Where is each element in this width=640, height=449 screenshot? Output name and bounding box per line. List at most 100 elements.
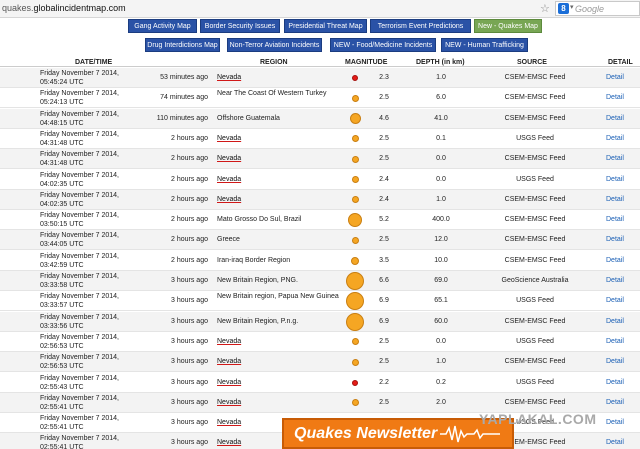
detail-link[interactable]: Detail	[606, 276, 640, 285]
row-time-ago: 3 hours ago	[171, 439, 208, 447]
row-time-ago: 2 hours ago	[171, 216, 208, 224]
row-depth: 1.0	[436, 195, 446, 203]
row-time-ago: 2 hours ago	[171, 195, 208, 203]
row-region[interactable]: Nevada	[217, 73, 342, 82]
address-bar[interactable]: quakes.globalincidentmap.com	[2, 3, 126, 13]
detail-link[interactable]: Detail	[606, 73, 640, 82]
nav-button-non-terror-aviation-incidents[interactable]: Non-Terror Aviation Incidents	[227, 38, 322, 52]
row-time-ago: 110 minutes ago	[156, 114, 208, 122]
bookmark-star-icon[interactable]: ☆	[540, 2, 550, 15]
detail-link[interactable]: Detail	[606, 256, 640, 265]
row-source: USGS Feed	[516, 175, 554, 183]
detail-link[interactable]: Detail	[606, 114, 640, 123]
row-magnitude: 6.9	[379, 317, 389, 325]
detail-link[interactable]: Detail	[606, 235, 640, 244]
row-datetime: Friday November 7 2014, 04:48:15 UTC	[40, 110, 119, 127]
nav-button-new-food-medicine-incidents[interactable]: NEW - Food/Medicine Incidents	[330, 38, 436, 52]
row-datetime: Friday November 7 2014, 02:56:53 UTC	[40, 333, 119, 350]
detail-link[interactable]: Detail	[606, 418, 640, 427]
row-time-ago: 3 hours ago	[171, 317, 208, 325]
row-time-ago: 2 hours ago	[171, 236, 208, 244]
detail-link[interactable]: Detail	[606, 337, 640, 346]
url-prefix: quakes.	[2, 3, 34, 13]
row-region[interactable]: Nevada	[217, 337, 342, 346]
row-datetime: Friday November 7 2014, 03:33:58 UTC	[40, 273, 119, 289]
browser-toolbar: quakes.globalincidentmap.com ☆ 8 ▾ Googl…	[0, 0, 640, 18]
row-source: CSEM-EMSC Feed	[504, 358, 566, 366]
row-datetime: Friday November 7 2014, 05:24:13 UTC	[40, 90, 119, 107]
search-placeholder: Google	[575, 4, 605, 14]
row-region[interactable]: Nevada	[217, 175, 342, 184]
detail-link[interactable]: Detail	[606, 215, 640, 224]
search-engine-icon[interactable]: 8	[558, 3, 569, 14]
row-region: New Britain region, Papua New Guinea	[217, 293, 339, 301]
table-row: Friday November 7 2014, 03:33:58 UTC 3 ho…	[0, 271, 640, 291]
table-row: Friday November 7 2014, 02:56:53 UTC 3 ho…	[0, 332, 640, 352]
nav-button-new-human-trafficking[interactable]: NEW - Human Trafficking	[441, 38, 528, 52]
row-source: CSEM-EMSC Feed	[504, 236, 566, 244]
detail-link[interactable]: Detail	[606, 398, 640, 407]
row-source: CSEM-EMSC Feed	[504, 74, 566, 81]
magnitude-circle-icon	[351, 135, 359, 143]
row-time-ago: 3 hours ago	[171, 358, 208, 366]
magnitude-circle-icon	[351, 236, 359, 244]
magnitude-circle-icon	[351, 196, 359, 204]
detail-link[interactable]: Detail	[606, 317, 640, 326]
row-magnitude: 2.4	[379, 195, 389, 203]
row-region[interactable]: Nevada	[217, 378, 342, 387]
row-magnitude: 5.2	[379, 216, 389, 224]
table-row: Friday November 7 2014, 04:02:35 UTC 2 ho…	[0, 189, 640, 210]
row-datetime: Friday November 7 2014, 03:50:15 UTC	[40, 212, 119, 229]
url-domain: globalincidentmap.com	[33, 3, 126, 13]
detail-link[interactable]: Detail	[606, 438, 640, 447]
row-region[interactable]: Nevada	[217, 134, 342, 143]
row-region: Near The Coast Of Western Turkey	[217, 90, 327, 98]
row-time-ago: 3 hours ago	[171, 337, 208, 345]
header-region: REGION	[260, 59, 288, 66]
header-source: SOURCE	[517, 59, 547, 66]
row-datetime: Friday November 7 2014, 03:42:59 UTC	[40, 252, 119, 269]
row-magnitude: 2.5	[379, 337, 389, 345]
nav-button-presidential-threat-map[interactable]: Presidential Threat Map	[284, 19, 367, 33]
row-datetime: Friday November 7 2014, 04:31:48 UTC	[40, 151, 119, 168]
table-row: Friday November 7 2014, 02:56:53 UTC 3 ho…	[0, 352, 640, 373]
nav-button-drug-interdictions-map[interactable]: Drug Interdictions Map	[145, 38, 220, 52]
nav-button-new-quakes-map[interactable]: New - Quakes Map	[474, 19, 542, 33]
detail-link[interactable]: Detail	[606, 378, 640, 387]
detail-link[interactable]: Detail	[606, 93, 640, 102]
search-box[interactable]: 8 ▾ Google	[555, 1, 640, 16]
row-region[interactable]: Nevada	[217, 398, 342, 407]
row-region[interactable]: Nevada	[217, 357, 342, 366]
row-magnitude: 3.5	[379, 256, 389, 264]
header-detail: DETAIL	[608, 59, 633, 66]
detail-link[interactable]: Detail	[606, 357, 640, 366]
magnitude-circle-icon	[346, 272, 364, 290]
table-row: Friday November 7 2014, 03:42:59 UTC 2 ho…	[0, 251, 640, 271]
nav-button-gang-activity-map[interactable]: Gang Activity Map	[128, 19, 197, 33]
row-region[interactable]: Nevada	[217, 195, 342, 204]
row-datetime: Friday November 7 2014, 03:44:05 UTC	[40, 232, 119, 249]
magnitude-circle-icon	[349, 113, 361, 125]
nav-button-border-security-issues[interactable]: Border Security Issues	[200, 19, 280, 33]
nav-button-terrorism-event-predictions[interactable]: Terrorism Event Predictions	[370, 19, 471, 33]
row-time-ago: 3 hours ago	[171, 398, 208, 406]
detail-link[interactable]: Detail	[606, 154, 640, 163]
detail-link[interactable]: Detail	[606, 296, 640, 305]
row-depth: 41.0	[434, 114, 448, 122]
row-depth: 0.0	[436, 337, 446, 345]
magnitude-circle-icon	[348, 213, 362, 228]
row-magnitude: 2.4	[379, 175, 389, 183]
row-time-ago: 53 minutes ago	[160, 74, 208, 81]
table-row: Friday November 7 2014, 03:33:57 UTC 3 ho…	[0, 291, 640, 312]
detail-link[interactable]: Detail	[606, 134, 640, 143]
chevron-down-icon[interactable]: ▾	[570, 3, 574, 11]
row-time-ago: 2 hours ago	[171, 155, 208, 163]
row-datetime: Friday November 7 2014, 03:33:56 UTC	[40, 313, 119, 330]
row-region: Greece	[217, 236, 240, 244]
row-source: USGS Feed	[516, 378, 554, 386]
row-region[interactable]: Nevada	[217, 154, 342, 163]
detail-link[interactable]: Detail	[606, 175, 640, 184]
row-source: CSEM-EMSC Feed	[504, 216, 566, 224]
detail-link[interactable]: Detail	[606, 195, 640, 204]
magnitude-circle-icon	[351, 338, 359, 346]
